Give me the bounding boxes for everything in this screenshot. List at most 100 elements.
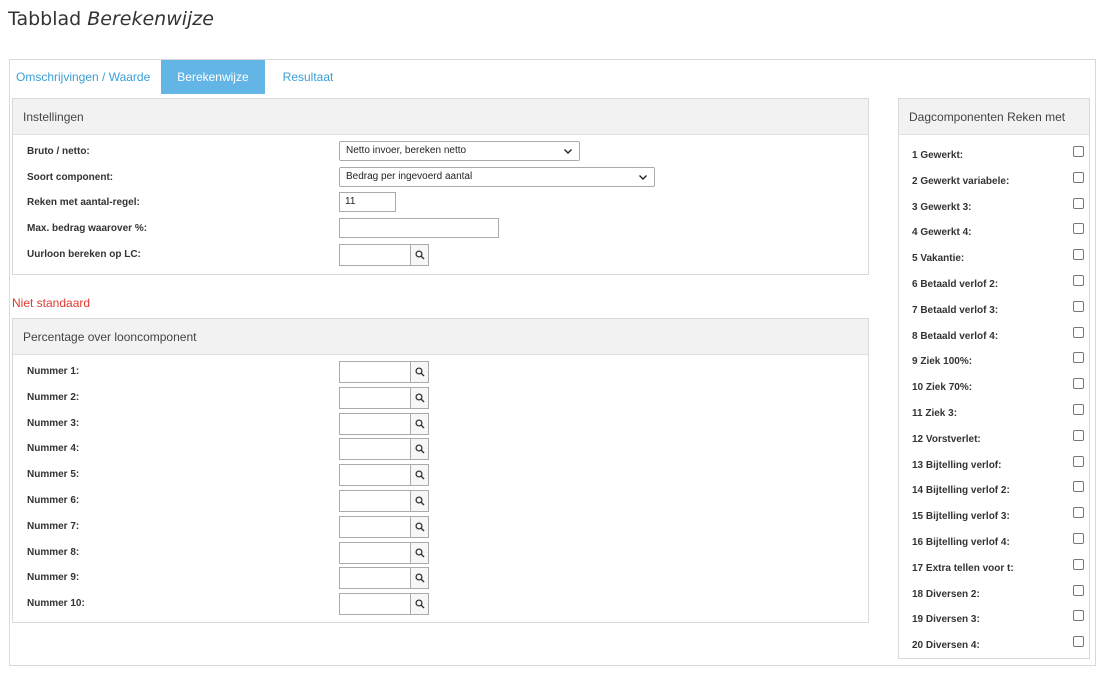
percentage-number-input[interactable] — [339, 490, 411, 512]
day-component-checkbox[interactable] — [1073, 610, 1084, 622]
day-component-checkbox[interactable] — [1073, 455, 1084, 467]
percentage-lookup-button[interactable] — [411, 361, 429, 383]
percentage-row-label: Nummer 9: — [27, 572, 80, 584]
percentage-lookup-button[interactable] — [411, 515, 429, 538]
bruto-netto-value: Netto invoer, bereken netto — [346, 145, 467, 156]
day-components-panel: Dagcomponenten Reken met 1 Gewerkt: 2 Gew… — [898, 98, 1090, 659]
day-component-item: 13 Bijtelling verlof: — [912, 455, 1084, 471]
soort-component-label: Soort component: — [27, 172, 114, 183]
day-component-checkbox[interactable] — [1073, 636, 1084, 648]
percentage-lookup-button[interactable] — [411, 541, 429, 564]
day-component-item: 2 Gewerkt variabele: — [912, 171, 1084, 187]
percentage-row-label: Nummer 2: — [27, 391, 80, 403]
percentage-number-input[interactable] — [339, 361, 411, 383]
percentage-lookup-button[interactable] — [411, 464, 429, 487]
day-component-item: 9 Ziek 100%: — [912, 351, 1084, 368]
search-icon — [414, 444, 424, 454]
day-component-checkbox[interactable] — [1073, 146, 1084, 157]
soort-component-select[interactable]: Bedrag per ingevoerd aantal — [339, 167, 655, 187]
day-component-label: 13 Bijtelling verlof: — [912, 459, 1002, 471]
percentage-number-input[interactable] — [339, 515, 411, 538]
day-component-item: 5 Vakantie: — [912, 248, 1084, 264]
day-component-checkbox[interactable] — [1073, 481, 1084, 493]
day-component-checkbox[interactable] — [1073, 275, 1084, 286]
day-component-item: 15 Bijtelling verlof 3: — [912, 506, 1084, 522]
search-icon — [414, 522, 424, 532]
page-heading-tab-name: Berekenwijze — [87, 8, 214, 30]
percentage-row-label: Nummer 6: — [27, 495, 80, 506]
percentage-row-label: Nummer 1: — [27, 366, 80, 377]
search-icon — [414, 599, 424, 609]
day-component-checkbox[interactable] — [1073, 326, 1084, 338]
day-component-label: 11 Ziek 3: — [912, 408, 958, 419]
max-bedrag-label: Max. bedrag waarover %: — [27, 223, 148, 234]
percentage-row: Nummer 6: — [27, 490, 847, 512]
day-component-checkbox[interactable] — [1073, 404, 1084, 415]
day-component-label: 6 Betaald verlof 2: — [912, 279, 999, 290]
tab-bar: Omschrijvingen / Waarde Berekenwijze Res… — [10, 60, 344, 94]
percentage-number-input[interactable] — [339, 386, 411, 409]
day-component-item: 6 Betaald verlof 2: — [912, 274, 1084, 290]
day-component-checkbox[interactable] — [1073, 533, 1084, 544]
day-component-checkbox[interactable] — [1073, 378, 1084, 390]
percentage-number-input[interactable] — [339, 438, 411, 461]
percentage-lookup — [339, 515, 429, 538]
percentage-lookup-button[interactable] — [411, 386, 429, 409]
soort-component-value: Bedrag per ingevoerd aantal — [346, 171, 473, 182]
uurloon-lookup-button[interactable] — [411, 244, 429, 266]
day-component-label: 9 Ziek 100%: — [912, 356, 973, 368]
day-component-checkbox[interactable] — [1073, 507, 1084, 519]
percentage-number-input[interactable] — [339, 567, 411, 590]
reken-aantal-label: Reken met aantal-regel: — [27, 197, 140, 208]
day-component-label: 18 Diversen 2: — [912, 588, 980, 600]
percentage-row: Nummer 8: — [27, 541, 847, 564]
percentage-panel-title: Percentage over looncomponent — [13, 319, 868, 355]
day-component-label: 16 Bijtelling verlof 4: — [912, 537, 1010, 548]
day-component-checkbox[interactable] — [1073, 197, 1084, 209]
reken-aantal-input[interactable]: 11 — [339, 192, 396, 212]
day-component-checkbox[interactable] — [1073, 249, 1084, 261]
reken-aantal-row: Reken met aantal-regel: 11 — [27, 192, 847, 214]
tab-resultaat[interactable]: Resultaat — [265, 60, 345, 94]
non-standard-note: Niet standaard — [12, 296, 91, 310]
day-component-checkbox[interactable] — [1073, 171, 1084, 183]
day-component-label: 1 Gewerkt: — [912, 150, 964, 161]
day-component-item: 8 Betaald verlof 4: — [912, 326, 1084, 342]
day-components-title: Dagcomponenten Reken met — [899, 99, 1089, 135]
search-icon — [414, 250, 424, 260]
percentage-row: Nummer 3: — [27, 412, 847, 435]
percentage-lookup-button[interactable] — [411, 593, 429, 616]
percentage-lookup-button[interactable] — [411, 490, 429, 512]
page-heading: Tabblad Berekenwijze — [8, 8, 214, 30]
day-component-checkbox[interactable] — [1073, 223, 1084, 235]
day-component-checkbox[interactable] — [1073, 300, 1084, 312]
day-component-item: 10 Ziek 70%: — [912, 377, 1084, 394]
bruto-netto-select[interactable]: Netto invoer, bereken netto — [339, 141, 580, 161]
settings-panel: Instellingen Bruto / netto: Netto invoer… — [12, 98, 869, 275]
percentage-lookup-button[interactable] — [411, 438, 429, 461]
percentage-lookup-button[interactable] — [411, 567, 429, 590]
day-component-item: 19 Diversen 3: — [912, 609, 1084, 625]
chevron-down-icon — [564, 149, 572, 154]
tab-omschrijvingen-waarde[interactable]: Omschrijvingen / Waarde — [10, 60, 161, 94]
percentage-lookup-button[interactable] — [411, 412, 429, 435]
max-bedrag-input[interactable] — [339, 218, 499, 238]
day-component-checkbox[interactable] — [1073, 584, 1084, 596]
day-component-label: 10 Ziek 70%: — [912, 382, 973, 394]
day-component-label: 17 Extra tellen voor t: — [912, 562, 1014, 574]
day-component-checkbox[interactable] — [1073, 558, 1084, 570]
tab-berekenwijze[interactable]: Berekenwijze — [161, 60, 265, 94]
percentage-number-input[interactable] — [339, 593, 411, 616]
day-component-item: 17 Extra tellen voor t: — [912, 558, 1084, 574]
percentage-number-input[interactable] — [339, 541, 411, 564]
percentage-number-input[interactable] — [339, 464, 411, 487]
page-heading-prefix: Tabblad — [8, 8, 88, 30]
day-component-item: 18 Diversen 2: — [912, 584, 1084, 600]
day-component-label: 12 Vorstverlet: — [912, 433, 981, 445]
day-component-checkbox[interactable] — [1073, 429, 1084, 441]
day-component-label: 7 Betaald verlof 3: — [912, 304, 999, 316]
uurloon-input[interactable] — [339, 244, 411, 266]
day-component-label: 2 Gewerkt variabele: — [912, 175, 1010, 187]
percentage-number-input[interactable] — [339, 412, 411, 435]
day-component-checkbox[interactable] — [1073, 352, 1084, 364]
